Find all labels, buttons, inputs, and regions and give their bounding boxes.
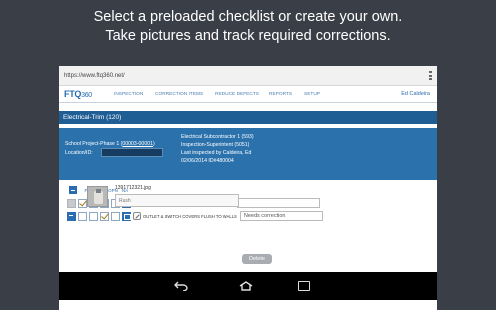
screenshot-caption: Select a preloaded checklist or create y… (0, 8, 496, 46)
photo-filename: 1391712321.jpg (115, 185, 151, 191)
row-select-checkbox[interactable] (67, 198, 76, 208)
expand-row-icon[interactable] (67, 211, 76, 221)
item-note-field[interactable] (236, 198, 320, 208)
na-checkbox[interactable] (111, 211, 120, 221)
nav-setup[interactable]: SETUP (304, 92, 320, 97)
nav-correction-items[interactable]: CORRECTION ITEMS (155, 92, 203, 97)
checklist-item-label: OUTLET & SWITCH COVERS FLUSH TO WALLS (143, 213, 237, 219)
android-nav-bar (59, 272, 437, 300)
home-icon[interactable] (239, 281, 253, 291)
priority-field[interactable]: Rush (115, 194, 239, 207)
ftq-checkbox[interactable] (78, 211, 87, 221)
caption-line-2: Take pictures and track required correct… (105, 28, 391, 44)
back-icon[interactable] (174, 281, 188, 291)
browser-url-bar[interactable]: https://www.ftq360.net/ (59, 66, 437, 86)
inspection-details: Electrical Subcontractor 1 (593) Inspect… (181, 133, 254, 165)
caption-line-1: Select a preloaded checklist or create y… (93, 9, 403, 25)
url-text[interactable]: https://www.ftq360.net/ (64, 73, 125, 79)
checklist-row: OUTLET & SWITCH COVERS FLUSH TO WALLS Ne… (67, 210, 323, 222)
link-icon[interactable] (133, 212, 141, 220)
cl-checkbox[interactable] (89, 211, 98, 221)
ftq360-logo[interactable]: FTQ360 (64, 89, 92, 99)
delete-button[interactable]: Delete (242, 254, 272, 264)
nav-reports[interactable]: REPORTS (269, 92, 292, 97)
inspection-type-text: Inspection-Superintent (5051) (181, 142, 250, 148)
project-id-link[interactable]: 00003-00001 (122, 141, 153, 147)
opn-checkbox[interactable] (100, 211, 109, 221)
checklist-title: Electrical-Trim (120) (59, 111, 437, 124)
tablet-screen: https://www.ftq360.net/ FTQ360 INSPECTIO… (59, 66, 437, 310)
location-id-field[interactable] (101, 148, 163, 157)
top-nav: FTQ360 INSPECTION CORRECTION ITEMS REDUC… (59, 86, 437, 103)
last-inspected-text: Last inspected by Caldeira, Ed (181, 150, 252, 156)
browser-menu-icon[interactable] (429, 71, 432, 80)
item-note-field[interactable]: Needs correction (239, 211, 323, 221)
camera-icon[interactable] (122, 211, 131, 221)
nav-reduce-defects[interactable]: REDUCE DEFECTS (215, 92, 259, 97)
ftq-checkbox[interactable] (78, 198, 87, 208)
inspection-info-panel: School Project-Phase 1 (00003-00001) Loc… (59, 128, 437, 180)
recent-apps-icon[interactable] (298, 281, 310, 291)
collapse-all-icon[interactable] (69, 186, 77, 194)
subcontractor-text: Electrical Subcontractor 1 (593) (181, 134, 254, 140)
user-name-link[interactable]: Ed Caldeira (401, 91, 430, 97)
inspection-date-id-text: 02/06/2014 ID#480004 (181, 158, 234, 164)
photo-thumbnail[interactable] (87, 186, 108, 207)
nav-inspection[interactable]: INSPECTION (114, 92, 143, 97)
